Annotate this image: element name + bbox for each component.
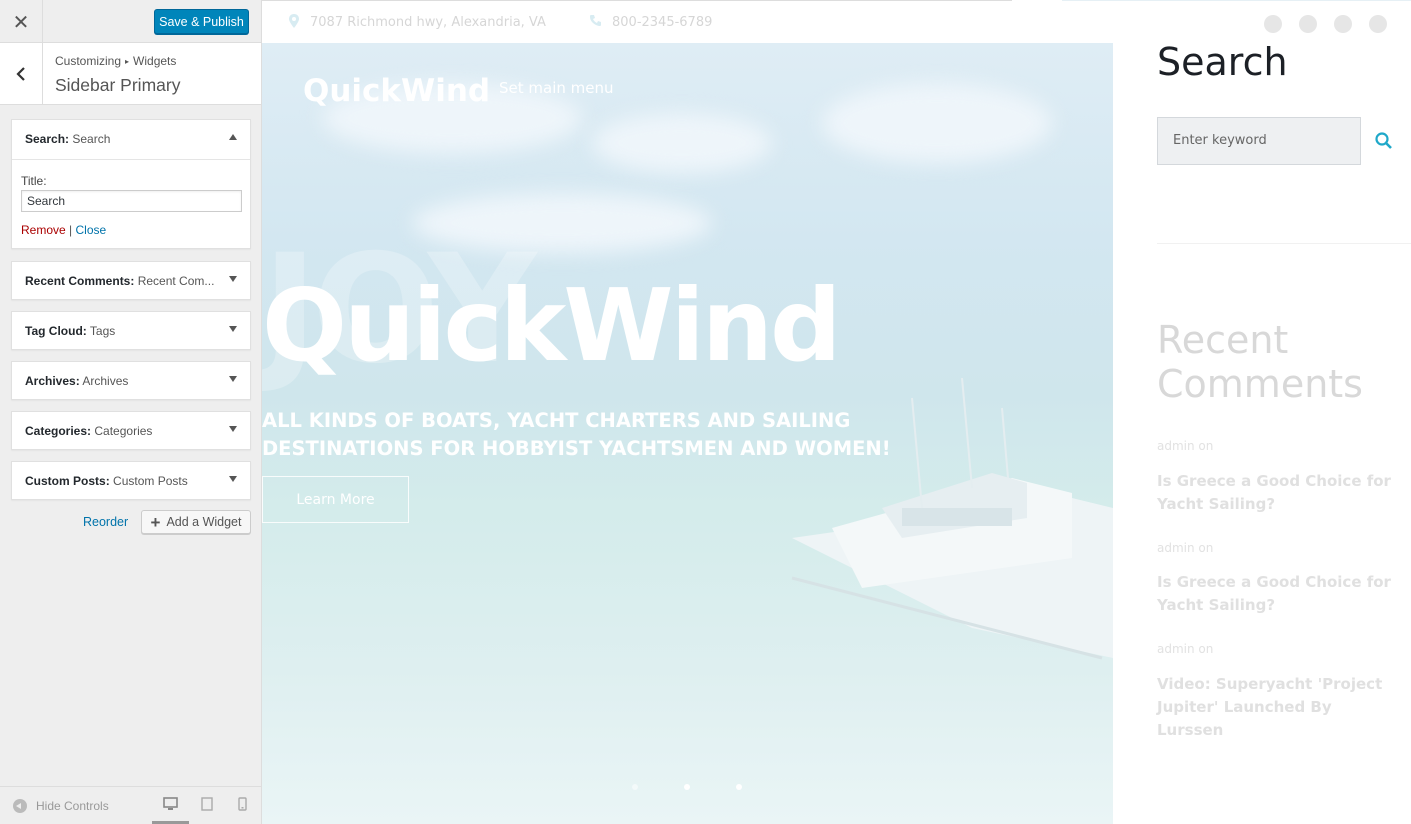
plus-icon: + [150, 512, 161, 532]
customizer-panel: ✕ Save & Publish Customizing ▸ Widgets Sid… [0, 0, 262, 824]
breadcrumb-item: Customizing [55, 54, 122, 68]
widget-title: Archives: Archives [25, 374, 129, 388]
comment-post-link[interactable]: Is Greece a Good Choice for Yacht Sailin… [1157, 571, 1397, 617]
widget-actions: Remove | Close [21, 223, 106, 237]
widget-title: Custom Posts: Custom Posts [25, 474, 188, 488]
topbar-border [262, 0, 1012, 1]
panel-footer: Hide Controls [0, 786, 261, 824]
widget-title: Categories: Categories [25, 424, 153, 438]
widget-custom-posts[interactable]: Custom Posts: Custom Posts [11, 461, 251, 500]
main-menu-placeholder[interactable]: Set main menu [499, 79, 614, 97]
recent-comments-title: Recent Comments [1157, 318, 1363, 406]
widget-tag-cloud[interactable]: Tag Cloud: Tags [11, 311, 251, 350]
widget-categories[interactable]: Categories: Categories [11, 411, 251, 450]
close-customizer-button[interactable]: ✕ [0, 0, 43, 43]
expand-arrow-icon[interactable] [229, 276, 237, 282]
widget-title[interactable]: Search: Search [25, 132, 110, 146]
comment-meta: admin on [1157, 541, 1214, 555]
title-input[interactable]: Search [21, 190, 242, 212]
hide-controls-button[interactable]: Hide Controls [13, 799, 109, 813]
expand-arrow-icon[interactable] [229, 376, 237, 382]
widget-title: Recent Comments: Recent Com... [25, 274, 215, 288]
comment-meta: admin on [1157, 439, 1214, 453]
collapse-arrow-icon[interactable] [229, 134, 237, 140]
sidebar-divider [1157, 243, 1411, 244]
learn-more-button[interactable]: Learn More [262, 476, 409, 523]
widget-title: Tag Cloud: Tags [25, 324, 116, 338]
cloud-shape [822, 83, 1052, 163]
slider-dot[interactable] [736, 784, 742, 790]
search-input[interactable]: Enter keyword [1157, 117, 1361, 165]
hero-title: QuickWind [262, 267, 842, 384]
hero-slider: JOY QuickWind Set main menu QuickWind AL… [262, 43, 1113, 824]
breadcrumb-separator-icon: ▸ [125, 57, 130, 66]
widget-search: Search: Search Title: Search Remove | Cl… [11, 119, 251, 249]
site-logo[interactable]: QuickWind [303, 73, 490, 109]
map-pin-icon [289, 14, 299, 28]
expand-arrow-icon[interactable] [229, 476, 237, 482]
section-title-bar: Customizing ▸ Widgets Sidebar Primary [0, 43, 261, 105]
expand-arrow-icon[interactable] [229, 326, 237, 332]
collapse-icon [13, 799, 27, 813]
cloud-shape [592, 113, 772, 173]
actions-separator: | [69, 223, 73, 237]
add-widget-label: Add a Widget [166, 515, 242, 529]
expand-arrow-icon[interactable] [229, 426, 237, 432]
desktop-preview-icon[interactable] [163, 797, 178, 811]
hide-controls-label: Hide Controls [36, 799, 109, 813]
search-icon[interactable] [1374, 131, 1394, 151]
phone-text: 800-2345-6789 [612, 15, 713, 30]
mobile-preview-icon[interactable] [238, 797, 247, 811]
section-name: Sidebar Primary [55, 75, 181, 95]
widget-recent-comments[interactable]: Recent Comments: Recent Com... [11, 261, 251, 300]
address-text: 7087 Richmond hwy, Alexandria, VA [310, 15, 546, 30]
phone-icon [590, 15, 601, 26]
widget-inside: Title: Search Remove | Close [12, 159, 250, 248]
panel-header: ✕ Save & Publish [0, 0, 261, 43]
comment-post-link[interactable]: Is Greece a Good Choice for Yacht Sailin… [1157, 470, 1397, 516]
close-link[interactable]: Close [76, 223, 107, 237]
tablet-preview-icon[interactable] [201, 797, 213, 811]
title-label: Title: [21, 174, 47, 188]
remove-link[interactable]: Remove [21, 223, 66, 237]
slider-dot[interactable] [632, 784, 638, 790]
reorder-link[interactable]: Reorder [83, 515, 128, 529]
back-button[interactable] [0, 43, 43, 104]
chevron-left-icon [16, 66, 25, 81]
site-sidebar: Search Enter keyword Recent Comments admi… [1157, 0, 1411, 824]
slider-dot[interactable] [684, 784, 690, 790]
breadcrumb-item: Widgets [133, 54, 177, 68]
comment-post-link[interactable]: Video: Superyacht 'Project Jupiter' Laun… [1157, 673, 1397, 742]
search-widget-title: Search [1157, 40, 1288, 84]
comment-meta: admin on [1157, 642, 1214, 656]
hero-subtitle: ALL KINDS OF BOATS, YACHT CHARTERS AND S… [262, 409, 891, 460]
add-widget-button[interactable]: + Add a Widget [141, 510, 251, 534]
save-publish-button[interactable]: Save & Publish [154, 9, 249, 34]
widget-archives[interactable]: Archives: Archives [11, 361, 251, 400]
site-preview: 7087 Richmond hwy, Alexandria, VA 800-23… [262, 0, 1411, 824]
breadcrumb: Customizing ▸ Widgets [55, 54, 176, 68]
